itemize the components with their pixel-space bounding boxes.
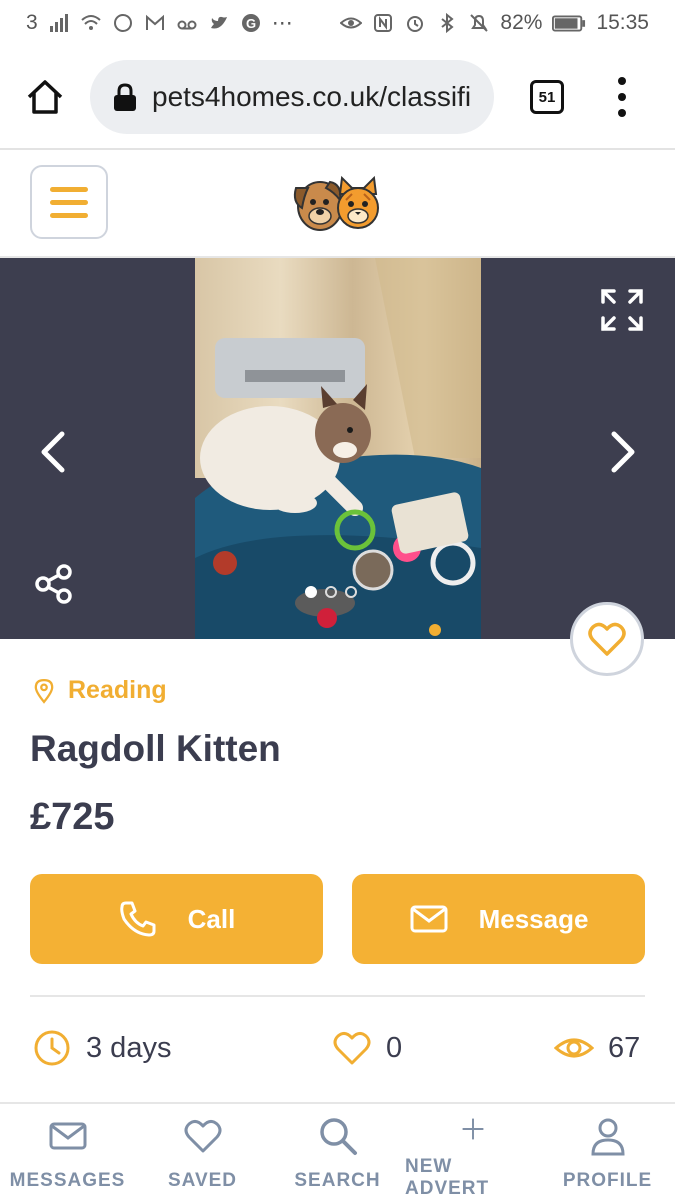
heart-icon: [184, 1119, 221, 1153]
whatsapp-icon: [112, 12, 134, 34]
listing-likes: 0: [332, 1028, 402, 1068]
home-button[interactable]: [20, 72, 70, 122]
lock-icon: [114, 83, 136, 111]
bluetooth-icon: [436, 12, 458, 34]
svg-text:G: G: [246, 16, 256, 31]
nav-saved-label: SAVED: [167, 1170, 238, 1191]
location-pin-icon: [34, 678, 54, 704]
twitter-icon: [208, 12, 230, 34]
call-label: Call: [187, 903, 236, 934]
listing-views: 67: [554, 1028, 640, 1068]
battery-icon: [552, 12, 586, 34]
eye-icon: [340, 12, 363, 34]
menu-dot: [618, 77, 626, 85]
fullscreen-icon[interactable]: [600, 288, 644, 332]
location-text: Reading: [68, 676, 167, 704]
clock-time: 15:35: [596, 11, 649, 34]
phone-icon: [119, 901, 156, 937]
listing-age-text: 3 days: [86, 1031, 172, 1064]
alarm-icon: [404, 12, 426, 34]
nav-new-advert-label: NEW ADVERT: [405, 1156, 490, 1199]
hamburger-line: [50, 186, 88, 192]
user-icon: [590, 1118, 625, 1156]
url-text: pets4homes.co.uk/classified: [152, 81, 472, 112]
envelope-icon: [410, 905, 448, 933]
search-icon: [319, 1118, 357, 1155]
voicemail-icon: [176, 12, 198, 34]
nav-saved[interactable]: SAVED: [135, 1104, 270, 1200]
clock-icon: [34, 1030, 70, 1066]
nav-messages-label: MESSAGES: [9, 1170, 126, 1191]
message-label: Message: [478, 903, 589, 934]
mute-bell-icon: [468, 12, 490, 34]
pagination-dot[interactable]: [325, 586, 337, 598]
pagination-dot[interactable]: [305, 586, 317, 598]
url-bar[interactable]: pets4homes.co.uk/classified: [90, 60, 494, 134]
gmail-icon: [144, 12, 166, 34]
bottom-navigation: MESSAGES SAVED SEARCH NEW ADVERT PROFILE: [0, 1102, 675, 1200]
more-notifications-icon: ⋯: [271, 11, 293, 35]
battery-percent: 82%: [500, 11, 543, 34]
nav-profile-label: PROFILE: [562, 1170, 653, 1191]
browser-menu-button[interactable]: [616, 77, 628, 117]
hamburger-line: [50, 212, 88, 218]
share-icon[interactable]: [34, 564, 74, 604]
likes-count: 0: [386, 1031, 403, 1064]
save-favourite-button[interactable]: [570, 602, 644, 676]
tab-switcher-button[interactable]: 51: [530, 80, 564, 114]
listing-price: £725: [30, 796, 115, 838]
divider: [30, 995, 645, 997]
nav-search[interactable]: SEARCH: [270, 1104, 405, 1200]
call-button[interactable]: Call: [30, 874, 323, 964]
previous-image-arrow-icon[interactable]: [36, 430, 72, 474]
hamburger-line: [50, 199, 88, 205]
listing-age: 3 days: [32, 1028, 171, 1068]
listing-photo[interactable]: [195, 258, 481, 639]
mail-icon: [49, 1122, 86, 1150]
signal-icon: [48, 12, 70, 34]
home-icon: [27, 80, 63, 114]
carrier-label: 3: [26, 11, 38, 34]
nav-messages[interactable]: MESSAGES: [0, 1104, 135, 1200]
eye-icon: [554, 1038, 594, 1058]
nav-profile[interactable]: PROFILE: [540, 1104, 675, 1200]
message-button[interactable]: Message: [352, 874, 645, 964]
listing-title: Ragdoll Kitten: [30, 728, 281, 769]
nav-new-advert[interactable]: NEW ADVERT: [405, 1104, 540, 1200]
nav-search-label: SEARCH: [294, 1170, 381, 1191]
image-gallery[interactable]: [0, 258, 675, 639]
hamburger-menu-button[interactable]: [30, 165, 108, 239]
heart-icon: [333, 1031, 371, 1065]
menu-dot: [618, 109, 626, 117]
google-icon: G: [240, 12, 262, 34]
site-header: [0, 152, 675, 258]
next-image-arrow-icon[interactable]: [604, 430, 640, 474]
heart-icon: [588, 622, 626, 656]
status-bar: 3 G ⋯ 82% 15:35: [0, 0, 675, 46]
plus-icon: [462, 1118, 483, 1140]
image-pagination-dots: [305, 586, 357, 598]
views-count: 67: [608, 1031, 641, 1064]
browser-toolbar: pets4homes.co.uk/classified 51: [0, 46, 675, 150]
menu-dot: [618, 93, 626, 101]
pagination-dot[interactable]: [345, 586, 357, 598]
wifi-icon: [80, 12, 102, 34]
nfc-icon: [372, 12, 394, 34]
listing-location: Reading: [34, 676, 167, 705]
site-logo[interactable]: [290, 172, 386, 234]
